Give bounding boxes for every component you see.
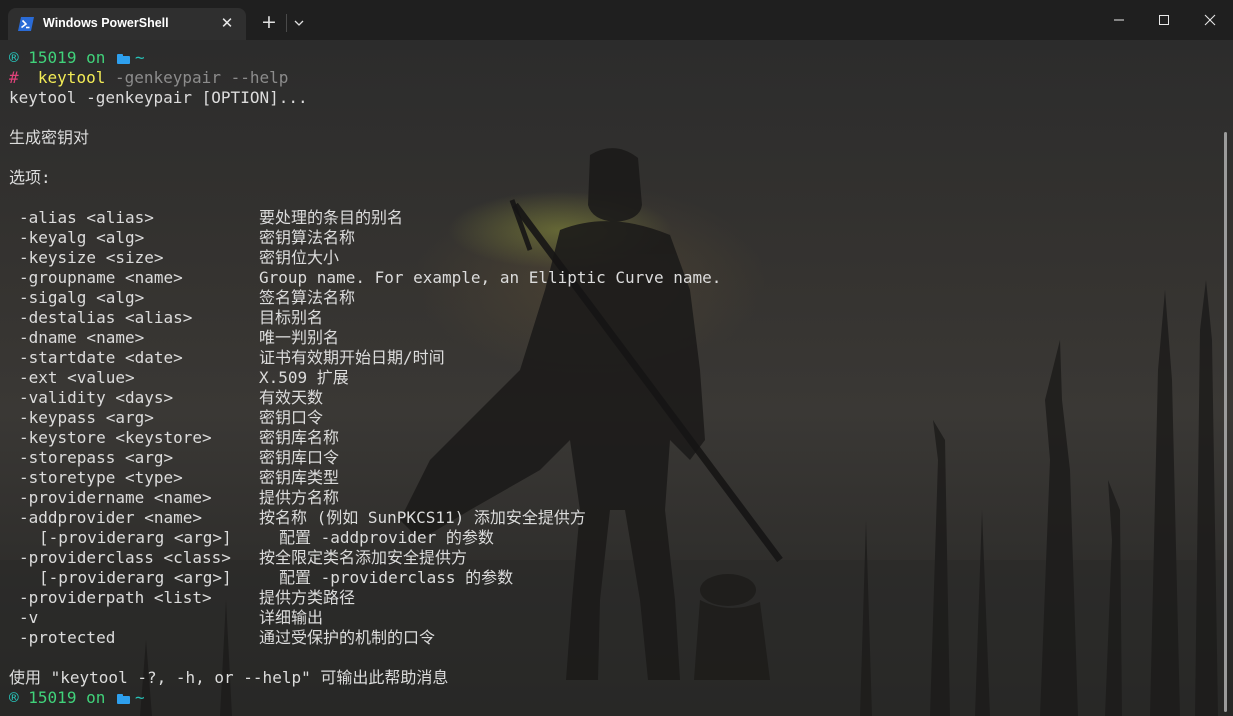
option-row: -addprovider <name> 按名称 (例如 SunPKCS11) 添加… bbox=[0, 508, 1200, 528]
option-description: 密钥库类型 bbox=[259, 468, 340, 487]
command-line: # keytool -genkeypair --help bbox=[9, 68, 288, 88]
prompt-on: on bbox=[86, 48, 106, 67]
close-window-button[interactable] bbox=[1187, 0, 1233, 40]
option-description: 目标别名 bbox=[259, 308, 324, 327]
folder-icon bbox=[117, 54, 131, 64]
option-flag: -startdate <date> bbox=[19, 348, 183, 367]
option-description: 密钥位大小 bbox=[259, 248, 340, 267]
minimize-button[interactable] bbox=[1096, 0, 1142, 40]
option-row: -protected 通过受保护的机制的口令 bbox=[0, 628, 1200, 648]
option-row: -ext <value> X.509 扩展 bbox=[0, 368, 1200, 388]
option-description: 密钥口令 bbox=[259, 408, 324, 427]
option-flag: [-providerarg <arg>] bbox=[39, 528, 232, 547]
usage-line: keytool -genkeypair [OPTION]... bbox=[9, 88, 308, 107]
option-row: -providername <name> 提供方名称 bbox=[0, 488, 1200, 508]
option-description: 有效天数 bbox=[259, 388, 324, 407]
maximize-button[interactable] bbox=[1141, 0, 1187, 40]
option-row: -keyalg <alg> 密钥算法名称 bbox=[0, 228, 1200, 248]
option-row: -keypass <arg> 密钥口令 bbox=[0, 408, 1200, 428]
option-description: 密钥算法名称 bbox=[259, 228, 356, 247]
option-flag: -keystore <keystore> bbox=[19, 428, 212, 447]
prompt-dir: ~ bbox=[135, 688, 145, 707]
prompt-on: on bbox=[86, 688, 106, 707]
option-flag: -storetype <type> bbox=[19, 468, 183, 487]
option-description: Group name. For example, an Elliptic Cur… bbox=[259, 268, 722, 287]
option-description: 唯一判别名 bbox=[259, 328, 340, 347]
option-row: -startdate <date> 证书有效期开始日期/时间 bbox=[0, 348, 1200, 368]
powershell-icon bbox=[18, 17, 34, 31]
title-bar: Windows PowerShell ✕ + bbox=[0, 0, 1233, 40]
option-description: 提供方名称 bbox=[259, 488, 340, 507]
option-description: 通过受保护的机制的口令 bbox=[259, 628, 436, 647]
option-description: 配置 -providerclass 的参数 bbox=[279, 568, 514, 587]
tab-separator bbox=[286, 14, 287, 32]
option-flag: -addprovider <name> bbox=[19, 508, 203, 527]
option-row: -providerclass <class> 按全限定类名添加安全提供方 bbox=[0, 548, 1200, 568]
option-flag: -v bbox=[19, 608, 39, 627]
command-name: keytool bbox=[37, 68, 106, 87]
option-row: -dname <name> 唯一判别名 bbox=[0, 328, 1200, 348]
option-flag: [-providerarg <arg>] bbox=[39, 568, 232, 587]
option-row: -validity <days> 有效天数 bbox=[0, 388, 1200, 408]
option-description: 密钥库名称 bbox=[259, 428, 340, 447]
option-row: -storetype <type> 密钥库类型 bbox=[0, 468, 1200, 488]
option-flag: -protected bbox=[19, 628, 116, 647]
prompt-line: ® 15019 on ~ bbox=[9, 48, 145, 68]
tab-windows-powershell[interactable]: Windows PowerShell ✕ bbox=[8, 8, 246, 40]
prompt-line-2: ® 15019 on ~ bbox=[9, 688, 145, 708]
option-row: -keysize <size> 密钥位大小 bbox=[0, 248, 1200, 268]
prompt-user: 15019 bbox=[28, 688, 77, 707]
prompt-icon: ® bbox=[9, 688, 19, 707]
option-flag: -providername <name> bbox=[19, 488, 212, 507]
chevron-down-icon[interactable] bbox=[290, 14, 308, 32]
option-description: 配置 -addprovider 的参数 bbox=[279, 528, 494, 547]
options-label: 选项: bbox=[9, 168, 51, 187]
prompt-user: 15019 bbox=[28, 48, 77, 67]
option-row: -destalias <alias> 目标别名 bbox=[0, 308, 1200, 328]
terminal-pane[interactable]: ® 15019 on ~ # keytool -genkeypair --hel… bbox=[0, 40, 1233, 716]
option-description: 密钥库口令 bbox=[259, 448, 340, 467]
option-row: -providerpath <list> 提供方类路径 bbox=[0, 588, 1200, 608]
prompt-icon: ® bbox=[9, 48, 19, 67]
option-flag: -keysize <size> bbox=[19, 248, 164, 267]
scrollbar[interactable] bbox=[1224, 132, 1227, 712]
close-tab-icon[interactable]: ✕ bbox=[218, 14, 236, 32]
option-description: 提供方类路径 bbox=[259, 588, 356, 607]
help-footer: 使用 "keytool -?, -h, or --help" 可输出此帮助消息 bbox=[9, 668, 449, 687]
option-description: 证书有效期开始日期/时间 bbox=[259, 348, 445, 367]
option-flag: -providerclass <class> bbox=[19, 548, 231, 567]
prompt-dir: ~ bbox=[135, 48, 145, 67]
folder-icon bbox=[117, 694, 131, 704]
option-description: 按全限定类名添加安全提供方 bbox=[259, 548, 468, 567]
option-flag: -keypass <arg> bbox=[19, 408, 154, 427]
option-flag: -groupname <name> bbox=[19, 268, 183, 287]
new-tab-button[interactable]: + bbox=[258, 12, 280, 34]
option-flag: -keyalg <alg> bbox=[19, 228, 145, 247]
option-flag: -ext <value> bbox=[19, 368, 135, 387]
command-args: -genkeypair --help bbox=[114, 68, 289, 87]
option-description: 按名称 (例如 SunPKCS11) 添加安全提供方 bbox=[259, 508, 586, 527]
option-row: -v 详细输出 bbox=[0, 608, 1200, 628]
option-flag: -validity <days> bbox=[19, 388, 174, 407]
tab-title: Windows PowerShell bbox=[43, 16, 169, 30]
option-row: -keystore <keystore> 密钥库名称 bbox=[0, 428, 1200, 448]
option-row: -storepass <arg> 密钥库口令 bbox=[0, 448, 1200, 468]
help-heading: 生成密钥对 bbox=[9, 128, 90, 147]
option-flag: -alias <alias> bbox=[19, 208, 154, 227]
option-row: -alias <alias> 要处理的条目的别名 bbox=[0, 208, 1200, 228]
option-row: -sigalg <alg> 签名算法名称 bbox=[0, 288, 1200, 308]
option-description: 签名算法名称 bbox=[259, 288, 356, 307]
option-description: X.509 扩展 bbox=[259, 368, 349, 387]
option-row: -groupname <name> Group name. For example… bbox=[0, 268, 1200, 288]
option-description: 详细输出 bbox=[259, 608, 324, 627]
option-flag: -destalias <alias> bbox=[19, 308, 193, 327]
option-row: [-providerarg <arg>] 配置 -addprovider 的参数 bbox=[0, 528, 1200, 548]
option-row: [-providerarg <arg>] 配置 -providerclass 的参… bbox=[0, 568, 1200, 588]
option-description: 要处理的条目的别名 bbox=[259, 208, 404, 227]
option-flag: -sigalg <alg> bbox=[19, 288, 145, 307]
option-flag: -storepass <arg> bbox=[19, 448, 174, 467]
option-flag: -providerpath <list> bbox=[19, 588, 212, 607]
option-flag: -dname <name> bbox=[19, 328, 145, 347]
prompt-hash: # bbox=[9, 68, 19, 87]
